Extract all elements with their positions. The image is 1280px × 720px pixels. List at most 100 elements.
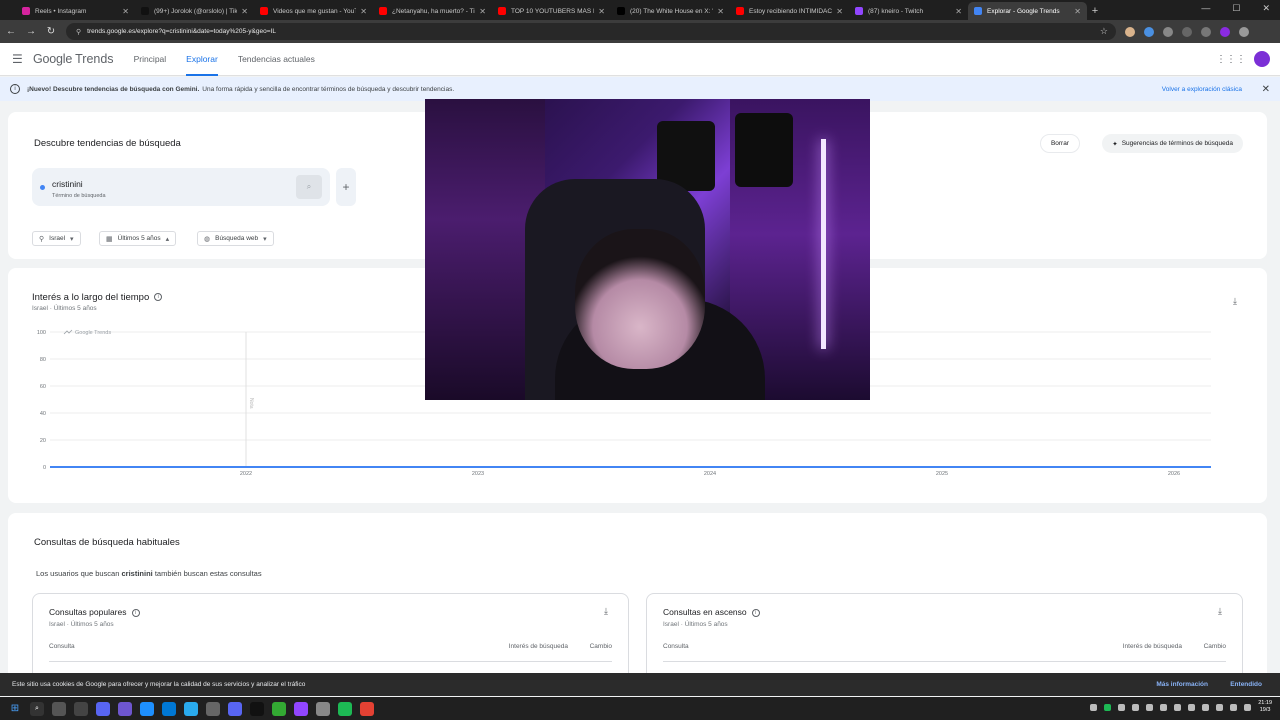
browser-tab[interactable]: Explorar - Google Trends ✕ bbox=[968, 2, 1087, 20]
extension-icon[interactable] bbox=[1125, 26, 1135, 37]
clock-time: 21:19 bbox=[1258, 700, 1272, 706]
nav-principal[interactable]: Principal bbox=[134, 43, 167, 76]
nav-explorar[interactable]: Explorar bbox=[186, 43, 218, 76]
browser-tab[interactable]: ¿Netanyahu, ha muerto? - Tien ✕ bbox=[373, 2, 492, 20]
tab-close-icon[interactable]: ✕ bbox=[360, 7, 367, 16]
suggestions-button[interactable]: ✦ Sugerencias de términos de búsqueda bbox=[1102, 134, 1243, 153]
period-filter[interactable]: ▦ Últimos 5 años ▴ bbox=[99, 231, 177, 246]
browser-menu-icon[interactable] bbox=[1239, 26, 1249, 37]
tray-icon[interactable] bbox=[1174, 703, 1182, 711]
browser-tab[interactable]: Reels • Instagram ✕ bbox=[16, 2, 135, 20]
divider bbox=[663, 661, 1226, 662]
extensions-puzzle-icon[interactable] bbox=[1163, 26, 1173, 37]
tab-close-icon[interactable]: ✕ bbox=[836, 7, 843, 16]
browser-tab[interactable]: (99+) Jorolok (@orslolo) | TikTok✕ bbox=[135, 2, 254, 20]
tab-title: TOP 10 YOUTUBERS MÁS HAM bbox=[511, 7, 594, 15]
classic-explore-link[interactable]: Volver a exploración clásica bbox=[1162, 86, 1242, 93]
back-icon[interactable]: ← bbox=[2, 26, 20, 37]
tray-icon[interactable] bbox=[1188, 703, 1196, 711]
poster-shape bbox=[735, 113, 793, 187]
maximize-icon[interactable]: ☐ bbox=[1232, 3, 1240, 14]
volume-icon[interactable] bbox=[1244, 703, 1252, 711]
more-info-link[interactable]: Más información bbox=[1156, 681, 1208, 688]
bookmark-star-icon[interactable]: ☆ bbox=[1100, 26, 1108, 37]
tab-title: Reels • Instagram bbox=[35, 7, 87, 15]
tab-close-icon[interactable]: ✕ bbox=[122, 7, 129, 16]
downloads-icon[interactable] bbox=[1201, 26, 1211, 37]
app-icon[interactable] bbox=[250, 701, 264, 716]
google-trends-logo[interactable]: Google Trends bbox=[33, 52, 114, 66]
wifi-icon[interactable] bbox=[1230, 703, 1238, 711]
tab-close-icon[interactable]: ✕ bbox=[241, 7, 248, 16]
browser-tab[interactable]: TOP 10 YOUTUBERS MÁS HAM ✕ bbox=[492, 2, 611, 20]
banner-close-icon[interactable]: ✕ bbox=[1262, 84, 1270, 95]
tray-icon[interactable] bbox=[1202, 703, 1210, 711]
tray-icon[interactable] bbox=[1118, 703, 1126, 711]
rising-queries-card: Consultas en ascenso i Israel · Últimos 5… bbox=[646, 593, 1243, 683]
tray-icon[interactable] bbox=[1132, 703, 1140, 711]
app-icon[interactable] bbox=[338, 701, 352, 716]
close-window-icon[interactable]: ✕ bbox=[1262, 3, 1270, 14]
app-icon[interactable] bbox=[162, 701, 176, 716]
system-clock[interactable]: 21:19 19/3 bbox=[1258, 700, 1272, 714]
forward-icon[interactable]: → bbox=[22, 26, 40, 37]
column-header-interest: Interés de búsqueda bbox=[1122, 643, 1182, 650]
cookie-accept-button[interactable]: Entendido bbox=[1230, 681, 1262, 688]
extension-icon[interactable] bbox=[1144, 26, 1154, 37]
x-tick-label: 2025 bbox=[936, 471, 948, 477]
nav-tendencias-actuales[interactable]: Tendencias actuales bbox=[238, 43, 315, 76]
app-icon[interactable] bbox=[316, 701, 330, 716]
tray-icon[interactable] bbox=[1090, 703, 1098, 711]
clear-button[interactable]: Borrar bbox=[1039, 134, 1080, 153]
tab-close-icon[interactable]: ✕ bbox=[955, 7, 962, 16]
tray-icon[interactable] bbox=[1146, 703, 1154, 711]
app-icon[interactable] bbox=[184, 701, 198, 716]
bookmarks-icon[interactable] bbox=[1182, 26, 1192, 37]
chrome-icon[interactable] bbox=[360, 701, 374, 716]
tray-icon[interactable] bbox=[1104, 703, 1112, 711]
add-term-button[interactable]: + bbox=[336, 168, 356, 206]
region-filter[interactable]: ⚲ Israel ▾ bbox=[32, 231, 81, 246]
site-info-icon[interactable]: ⚲ bbox=[76, 28, 81, 36]
profile-avatar[interactable] bbox=[1220, 26, 1230, 37]
trends-header: ☰ Google Trends Principal Explorar Tende… bbox=[0, 43, 1280, 76]
account-avatar[interactable] bbox=[1254, 51, 1270, 67]
minimize-icon[interactable]: — bbox=[1201, 3, 1210, 14]
app-icon[interactable] bbox=[294, 701, 308, 716]
app-icon[interactable] bbox=[272, 701, 286, 716]
tray-icon[interactable] bbox=[1160, 703, 1168, 711]
browser-tab[interactable]: (87) kneiro - Twitch ✕ bbox=[849, 2, 968, 20]
search-term-chip[interactable]: cristinini Término de búsqueda ⌕ bbox=[32, 168, 330, 206]
search-type-filter[interactable]: ◍ Búsqueda web ▾ bbox=[197, 231, 274, 246]
app-icon[interactable] bbox=[228, 701, 242, 716]
windows-start-icon[interactable]: ⊞ bbox=[8, 702, 22, 716]
search-term-type: Término de búsqueda bbox=[52, 193, 106, 199]
app-icon[interactable] bbox=[96, 701, 110, 716]
info-icon[interactable]: i bbox=[131, 608, 140, 617]
app-icon[interactable] bbox=[140, 701, 154, 716]
tab-close-icon[interactable]: ✕ bbox=[598, 7, 605, 16]
term-search-icon[interactable]: ⌕ bbox=[296, 175, 322, 199]
info-icon[interactable]: i bbox=[751, 608, 760, 617]
hamburger-menu-icon[interactable]: ☰ bbox=[12, 52, 28, 66]
tab-close-icon[interactable]: ✕ bbox=[1074, 7, 1081, 16]
download-icon[interactable]: ⤓ bbox=[1218, 606, 1222, 617]
apps-grid-icon[interactable]: ⋮⋮⋮ bbox=[1216, 54, 1246, 65]
url-field[interactable]: ⚲ trends.google.es/explore?q=cristinini&… bbox=[66, 23, 1116, 40]
popular-queries-title-text: Consultas populares bbox=[49, 607, 127, 617]
app-icon[interactable] bbox=[52, 701, 66, 716]
new-tab-button[interactable]: + bbox=[1087, 2, 1103, 20]
tray-icon[interactable] bbox=[1216, 703, 1224, 711]
tab-close-icon[interactable]: ✕ bbox=[717, 7, 724, 16]
browser-tab[interactable]: Videos que me gustan - YouTube✕ bbox=[254, 2, 373, 20]
browser-tab[interactable]: (20) The White House en X: "U ✕ bbox=[611, 2, 730, 20]
app-icon[interactable] bbox=[118, 701, 132, 716]
tab-close-icon[interactable]: ✕ bbox=[479, 7, 486, 16]
browser-tab[interactable]: Estoy recibiendo INTIMIDACIÓ ✕ bbox=[730, 2, 849, 20]
app-icon[interactable] bbox=[74, 701, 88, 716]
tab-favicon-icon bbox=[22, 7, 30, 15]
reload-icon[interactable]: ↻ bbox=[42, 26, 60, 37]
app-icon[interactable] bbox=[206, 701, 220, 716]
download-icon[interactable]: ⤓ bbox=[604, 606, 608, 617]
search-icon[interactable]: ⌕ bbox=[30, 701, 44, 716]
